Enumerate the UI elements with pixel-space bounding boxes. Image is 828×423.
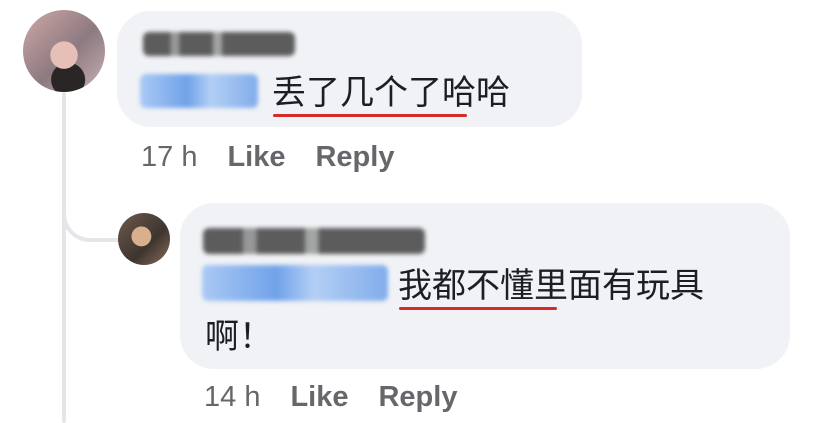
thread-connector-line bbox=[62, 92, 66, 423]
red-underline-annotation bbox=[399, 307, 557, 310]
reply-button[interactable]: Reply bbox=[378, 381, 457, 413]
comment-text-continued: 啊！ bbox=[205, 317, 273, 357]
mention-tag-blurred[interactable] bbox=[140, 74, 258, 108]
comment-actions: 17 h Like Reply bbox=[141, 141, 394, 174]
avatar[interactable] bbox=[23, 10, 105, 92]
timestamp: 17 h bbox=[141, 141, 198, 173]
author-name-blurred[interactable] bbox=[203, 228, 425, 254]
red-underline-annotation bbox=[273, 114, 467, 117]
timestamp: 14 h bbox=[204, 381, 261, 413]
comment-actions: 14 h Like Reply bbox=[204, 381, 457, 414]
reply-button[interactable]: Reply bbox=[315, 141, 394, 173]
comment-text: 我都不懂里面有玩具 bbox=[398, 266, 704, 306]
mention-tag-blurred[interactable] bbox=[202, 265, 388, 301]
avatar[interactable] bbox=[118, 213, 170, 265]
author-name-blurred[interactable] bbox=[143, 32, 295, 56]
like-button[interactable]: Like bbox=[227, 141, 285, 173]
like-button[interactable]: Like bbox=[290, 381, 348, 413]
comment-text: 丢了几个了哈哈 bbox=[272, 73, 510, 113]
reply-connector-curve bbox=[62, 190, 120, 242]
